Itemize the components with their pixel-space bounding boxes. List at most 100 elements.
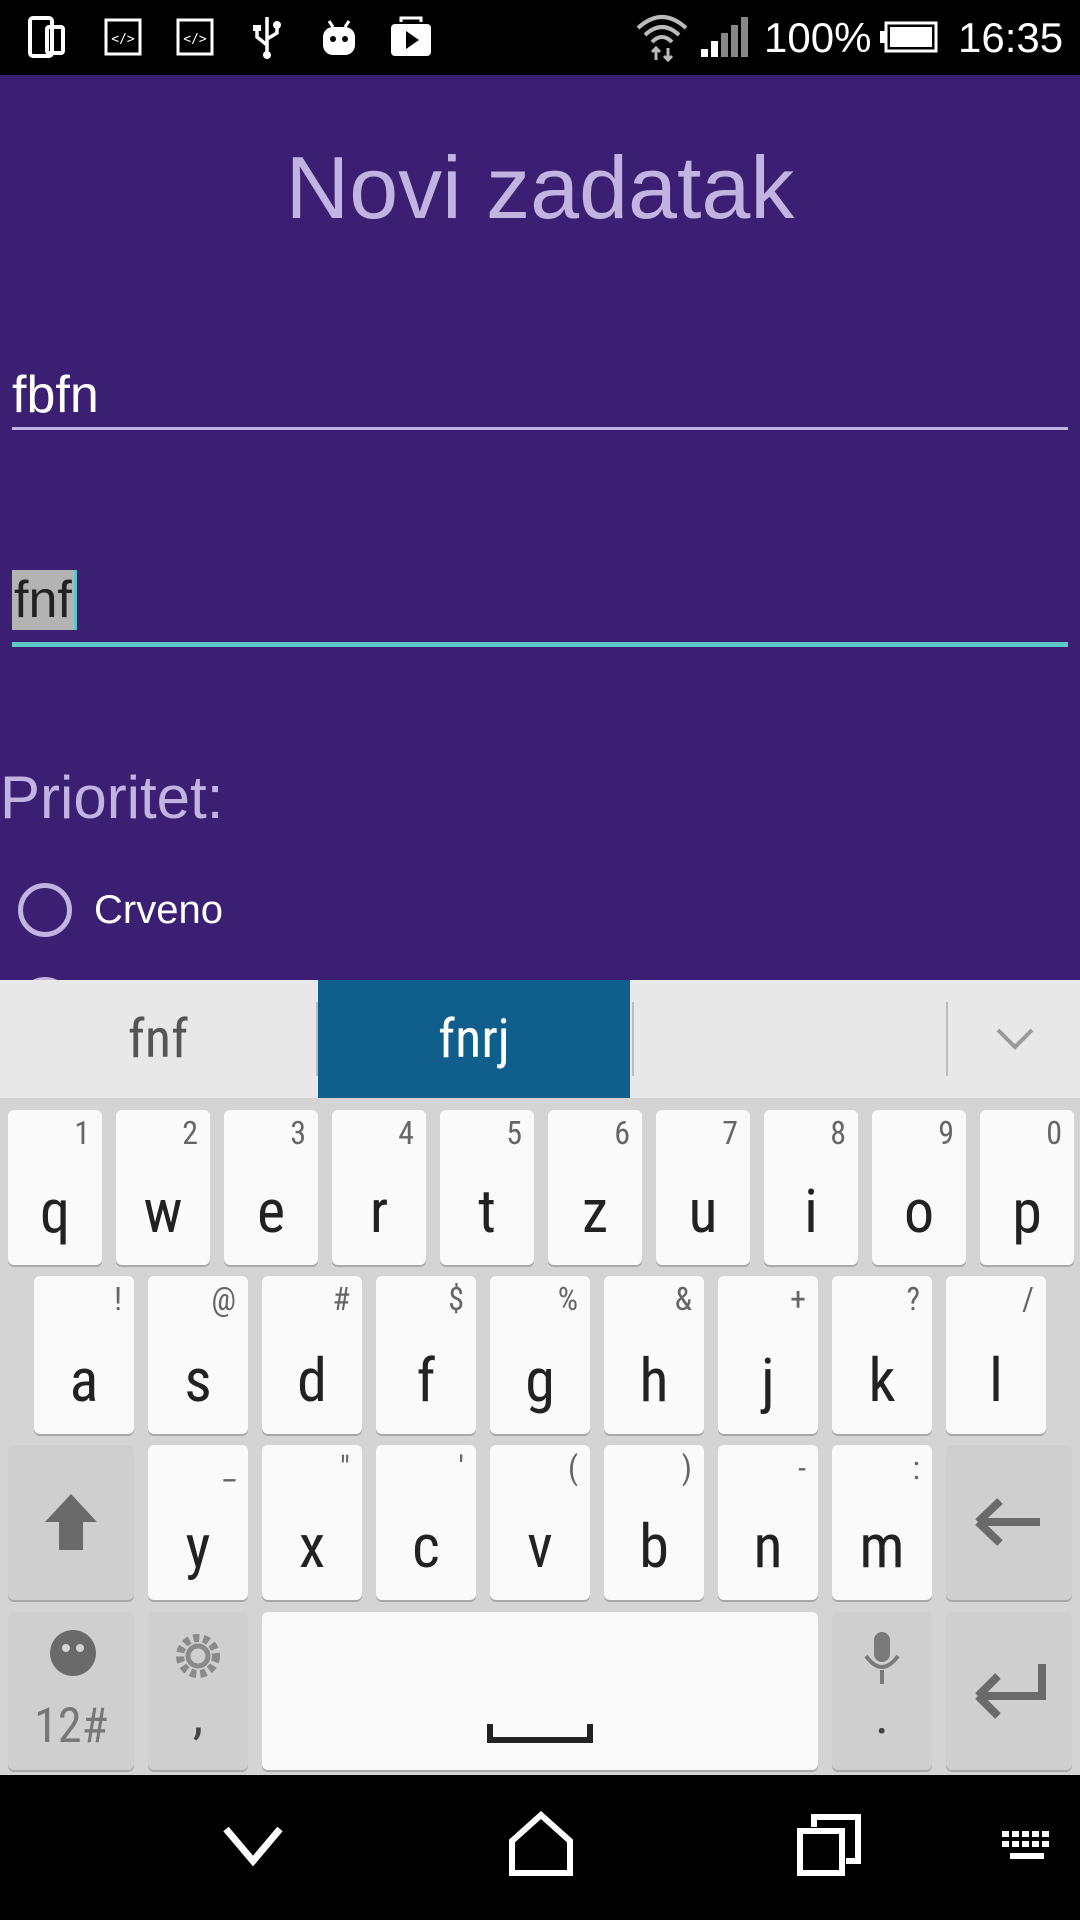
key-hint: ( — [567, 1449, 578, 1487]
microphone-key[interactable]: . — [832, 1612, 932, 1770]
key-y[interactable]: _ y — [148, 1445, 248, 1600]
key-label: n — [753, 1511, 783, 1582]
key-i[interactable]: 8i — [764, 1110, 858, 1265]
comma-key[interactable]: , — [148, 1612, 248, 1770]
device-icon — [24, 14, 70, 60]
hide-keyboard-icon[interactable] — [220, 1815, 286, 1879]
key-b[interactable]: ) b — [604, 1445, 704, 1600]
radio-option-crveno[interactable]: Crveno — [18, 883, 223, 937]
suggestion-item-selected[interactable]: fnrj — [318, 980, 630, 1098]
key-label: r — [369, 1176, 389, 1247]
code-icon: </> — [172, 14, 218, 60]
key-label: v — [527, 1511, 553, 1582]
key-label: w — [143, 1176, 183, 1247]
key-label: k — [868, 1345, 896, 1416]
wifi-icon — [634, 14, 690, 62]
key-x[interactable]: " x — [262, 1445, 362, 1600]
key-hint: 7 — [722, 1114, 738, 1152]
key-hint: ) — [681, 1449, 692, 1487]
key-label: m — [859, 1511, 905, 1582]
usb-icon — [244, 14, 290, 60]
key-hint: 9 — [938, 1114, 954, 1152]
key-hint: : — [912, 1449, 920, 1487]
key-hint: 4 — [398, 1114, 414, 1152]
key-label: u — [688, 1176, 718, 1247]
key-hint: & — [674, 1280, 692, 1318]
field-underline-focused — [12, 642, 1068, 647]
key-p[interactable]: 0p — [980, 1110, 1074, 1265]
key-hint: - — [798, 1449, 806, 1487]
field-underline — [12, 427, 1068, 430]
radio-label: Crveno — [94, 887, 223, 932]
key-label: a — [69, 1345, 99, 1416]
shift-key[interactable] — [8, 1445, 134, 1600]
android-icon — [316, 14, 362, 60]
key-label: p — [1012, 1176, 1042, 1247]
suggestion-item[interactable]: fnf — [0, 980, 316, 1098]
priority-label: Prioritet: — [0, 764, 224, 831]
key-g[interactable]: % g — [490, 1276, 590, 1434]
key-hint: % — [557, 1280, 578, 1318]
key-f[interactable]: $ f — [376, 1276, 476, 1434]
key-m[interactable]: :m — [832, 1445, 932, 1600]
task-description-field[interactable]: fnf — [12, 570, 1068, 730]
radio-button[interactable] — [18, 883, 72, 937]
key-v[interactable]: (v — [490, 1445, 590, 1600]
signal-icon — [698, 14, 750, 60]
key-label: s — [184, 1345, 212, 1416]
symbols-label: 12# — [34, 1697, 108, 1754]
key-hint: 1 — [74, 1114, 90, 1152]
task-name-field[interactable]: fbfn — [12, 365, 1068, 515]
home-icon[interactable] — [506, 1810, 576, 1881]
chevron-down-icon[interactable] — [950, 980, 1080, 1098]
recent-apps-icon[interactable] — [796, 1813, 862, 1883]
key-c[interactable]: ' c — [376, 1445, 476, 1600]
key-r[interactable]: 4r — [332, 1110, 426, 1265]
battery-icon — [878, 14, 938, 60]
key-label: d — [297, 1345, 327, 1416]
key-hint: 3 — [290, 1114, 306, 1152]
emoji-icon — [50, 1630, 96, 1676]
code-icon: </> — [100, 14, 146, 60]
key-label: y — [185, 1511, 211, 1582]
task-name-value: fbfn — [12, 366, 99, 424]
svg-text:</>: </> — [111, 32, 135, 47]
key-label: t — [478, 1176, 496, 1247]
key-hint: 0 — [1046, 1114, 1062, 1152]
key-label: l — [989, 1345, 1003, 1416]
symbols-key[interactable]: 12# — [8, 1612, 134, 1770]
key-label: g — [525, 1345, 555, 1416]
key-z[interactable]: 6z — [548, 1110, 642, 1265]
key-o[interactable]: 9o — [872, 1110, 966, 1265]
page-title: Novi zadatak — [285, 138, 795, 237]
key-label: i — [804, 1176, 818, 1247]
key-n[interactable]: -n — [718, 1445, 818, 1600]
key-hint: # — [332, 1280, 350, 1318]
key-j[interactable]: + j — [718, 1276, 818, 1434]
key-d[interactable]: # d — [262, 1276, 362, 1434]
keyboard-icon[interactable] — [1000, 1827, 1054, 1871]
key-hint: $ — [448, 1280, 464, 1318]
key-label: c — [412, 1511, 440, 1582]
key-h[interactable]: & h — [604, 1276, 704, 1434]
key-label: f — [416, 1345, 436, 1416]
key-u[interactable]: 7u — [656, 1110, 750, 1265]
key-t[interactable]: 5t — [440, 1110, 534, 1265]
gear-icon — [174, 1632, 222, 1680]
key-e[interactable]: 3e — [224, 1110, 318, 1265]
key-s[interactable]: @ s — [148, 1276, 248, 1434]
key-label: x — [298, 1511, 326, 1582]
key-label: h — [639, 1345, 669, 1416]
space-key[interactable] — [262, 1612, 818, 1770]
key-k[interactable]: ? k — [832, 1276, 932, 1434]
key-w[interactable]: 2w — [116, 1110, 210, 1265]
key-a[interactable]: ! a — [34, 1276, 134, 1434]
suggestion-bar: fnf fnrj — [0, 980, 1080, 1098]
key-label: b — [639, 1511, 669, 1582]
selected-text: fnf — [12, 570, 77, 630]
key-l[interactable]: / l — [946, 1276, 1046, 1434]
key-q[interactable]: 1q — [8, 1110, 102, 1265]
key-label: j — [761, 1345, 775, 1416]
enter-key[interactable] — [946, 1612, 1072, 1770]
backspace-key[interactable] — [946, 1445, 1072, 1600]
